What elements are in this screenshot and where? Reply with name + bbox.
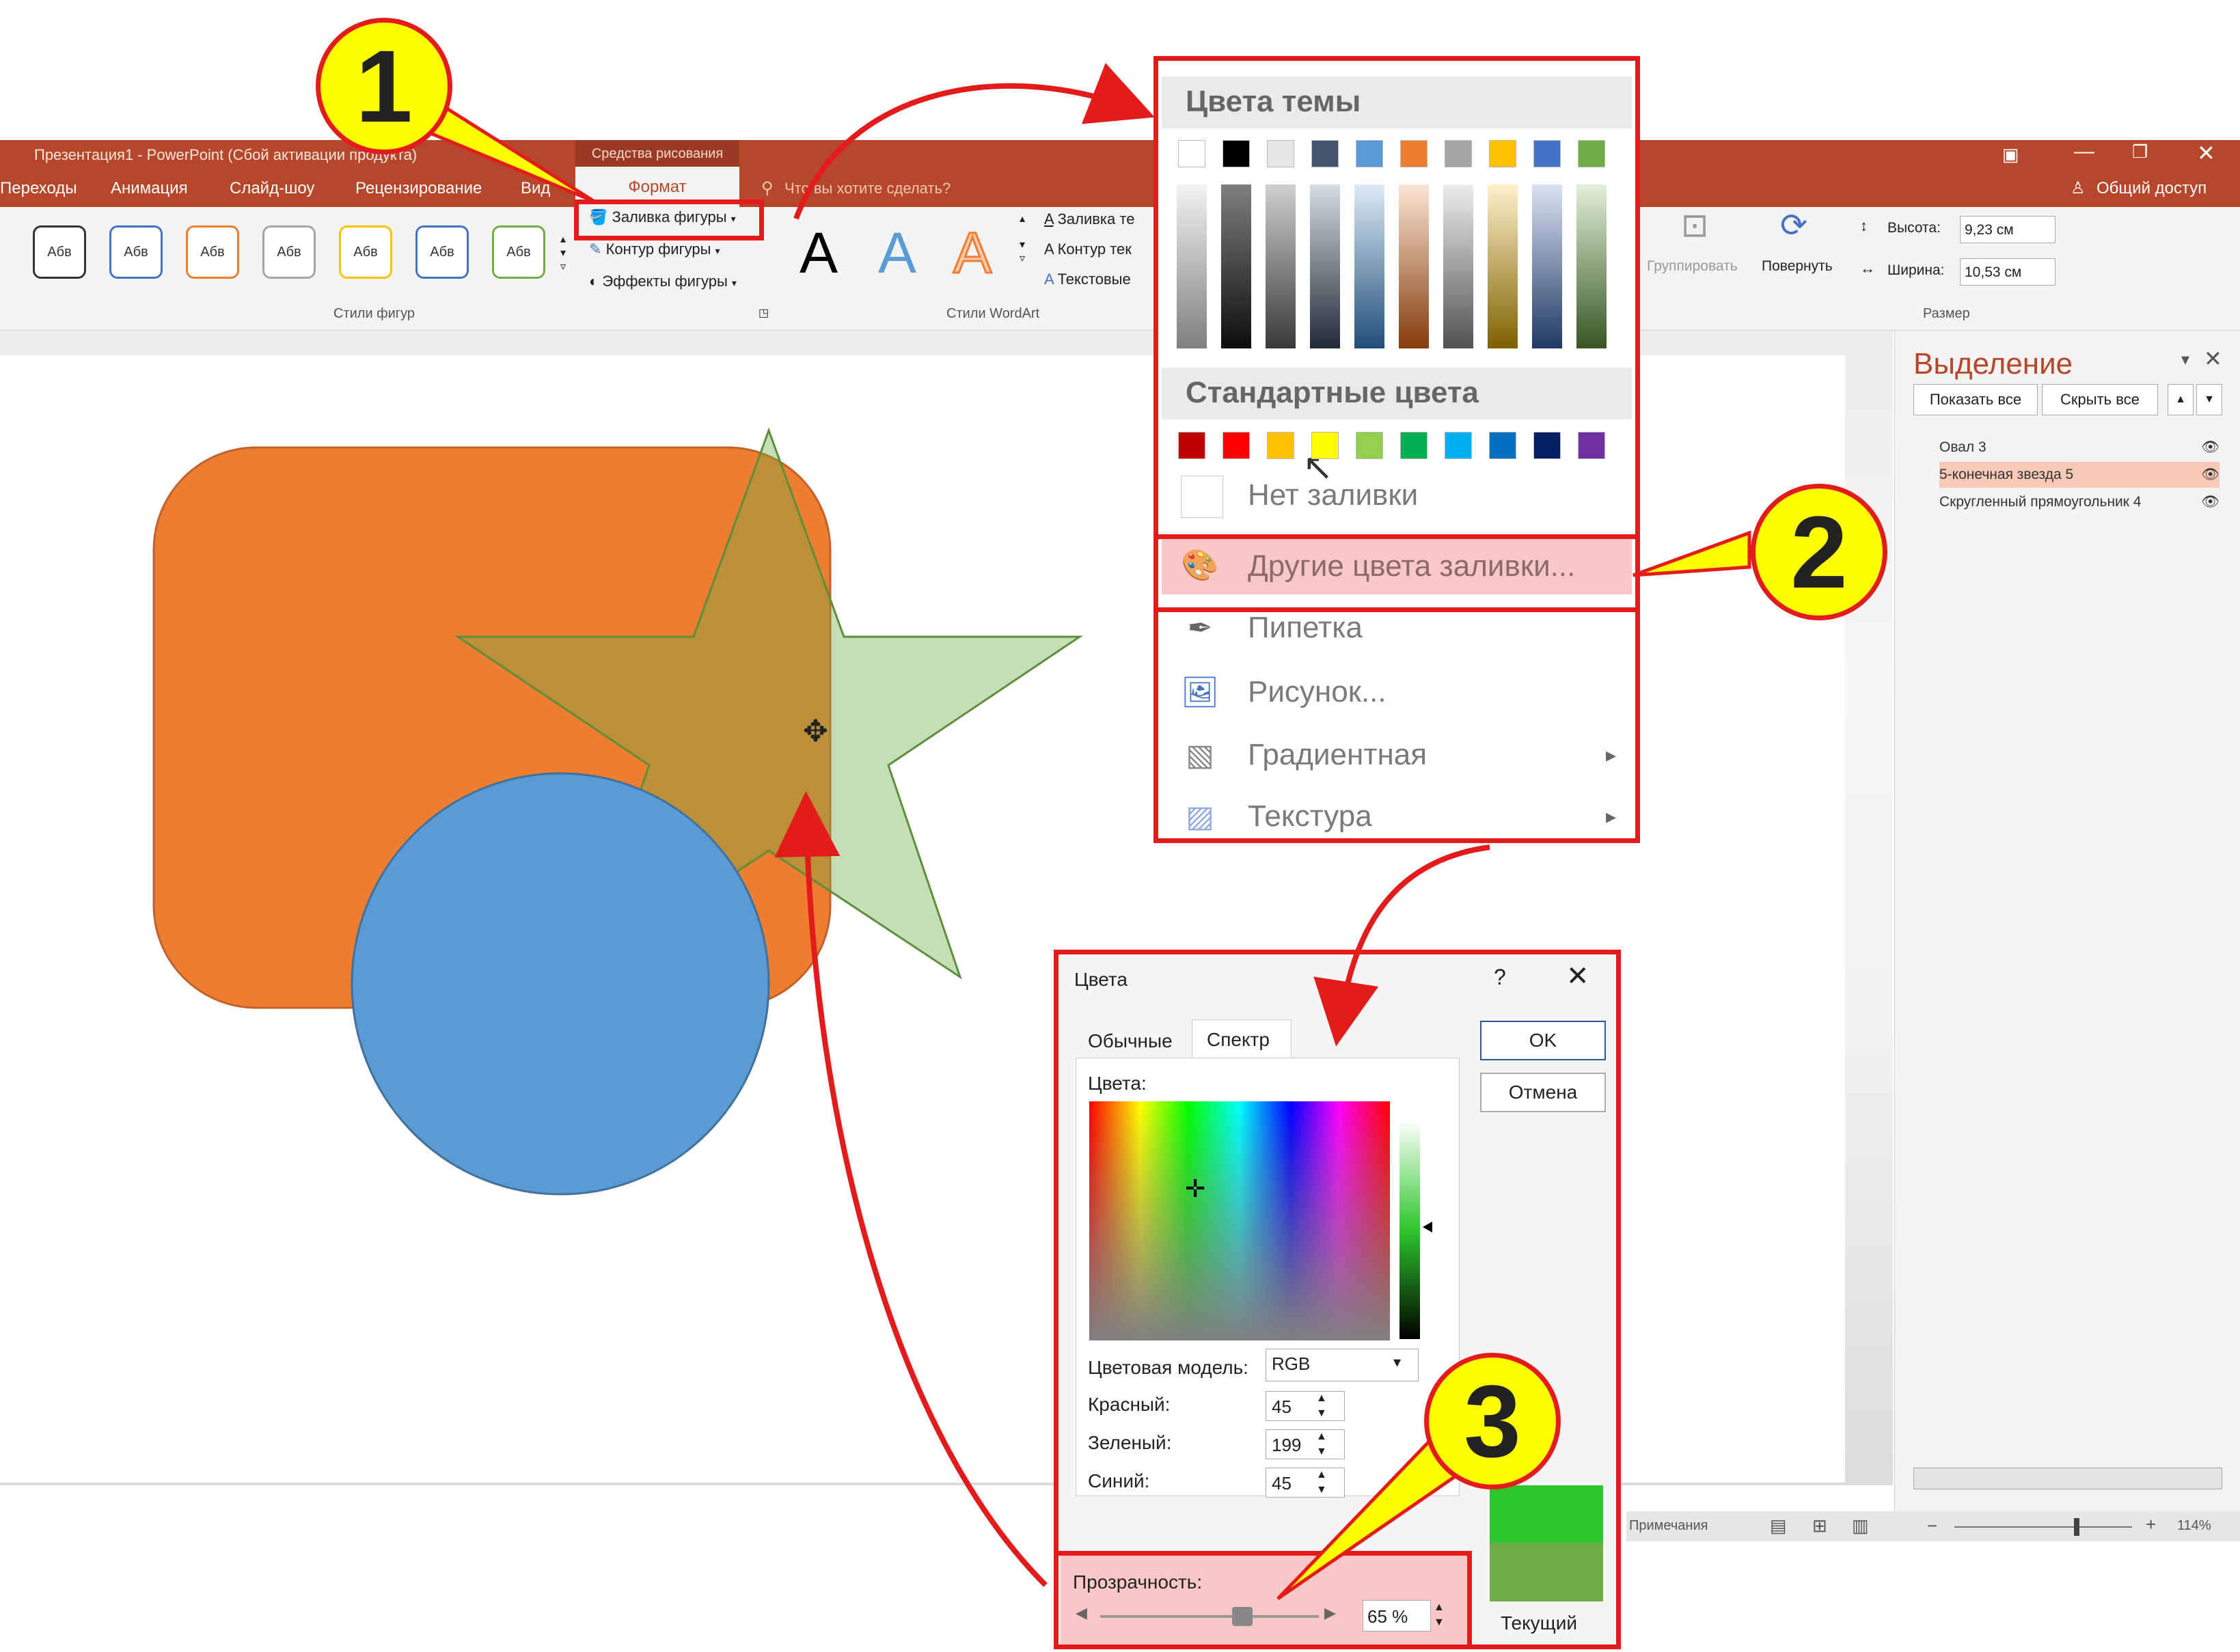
eyedropper-item[interactable]: Пипетка (1248, 611, 1363, 645)
theme-color-swatch[interactable] (1356, 140, 1383, 167)
dialog-title: Цвета (1074, 969, 1128, 990)
colors-label: Цвета: (1088, 1073, 1147, 1094)
color-model-value: RGB (1272, 1353, 1311, 1374)
list-item-label: Овал 3 (1939, 439, 1986, 455)
standard-color-swatch[interactable] (1489, 432, 1516, 459)
current-color-preview (1490, 1543, 1603, 1601)
color-model-select[interactable]: RGB ▾ (1266, 1349, 1419, 1381)
red-input[interactable]: 45 (1266, 1391, 1345, 1421)
theme-color-swatch[interactable] (1578, 140, 1605, 167)
tab-standard[interactable]: Обычные (1088, 1030, 1173, 1052)
list-item[interactable]: Скругленный прямоугольник 4 👁 (1939, 489, 2219, 515)
zoom-in-icon[interactable]: + (2146, 1514, 2156, 1535)
new-color-preview (1490, 1485, 1603, 1543)
callout-badge-2: 2 (1751, 484, 1887, 620)
list-item-label: Скругленный прямоугольник 4 (1939, 494, 2142, 510)
theme-color-swatch[interactable] (1223, 140, 1250, 167)
highlight-box-shape-fill (574, 199, 764, 240)
close-icon[interactable]: ✕ (1566, 961, 1589, 992)
green-spinner-icon[interactable]: ▲ ▼ (1316, 1429, 1327, 1459)
standard-color-swatch[interactable] (1311, 432, 1339, 459)
zoom-slider[interactable] (1954, 1526, 2132, 1528)
standard-color-swatch[interactable] (1178, 432, 1205, 459)
crosshair-icon: ✛ (1185, 1174, 1205, 1202)
theme-color-swatch[interactable] (1400, 140, 1428, 167)
standard-color-swatch[interactable] (1533, 432, 1561, 459)
standard-colors-heading: Стандартные цвета (1186, 376, 1479, 409)
eye-icon[interactable]: 👁 (2201, 462, 2219, 488)
chevron-right-icon: ▸ (1606, 744, 1617, 767)
oval-shape[interactable] (351, 772, 770, 1196)
theme-colors-heading: Цвета темы (1186, 85, 1361, 118)
bring-forward-icon[interactable]: ▲ (2168, 384, 2194, 415)
notes-button[interactable]: Примечания (1629, 1518, 1708, 1534)
ok-button[interactable]: OK (1480, 1021, 1606, 1060)
green-label: Зеленый: (1088, 1432, 1172, 1453)
no-fill-item[interactable]: Нет заливки (1248, 478, 1418, 512)
list-item-label: 5-конечная звезда 5 (1939, 467, 2074, 482)
cancel-button[interactable]: Отмена (1480, 1073, 1606, 1112)
theme-color-swatch[interactable] (1489, 140, 1516, 167)
standard-color-swatch[interactable] (1356, 432, 1383, 459)
show-all-button[interactable]: Показать все (1913, 384, 2038, 415)
callout-badge-3: 3 (1424, 1353, 1561, 1489)
zoom-level[interactable]: 114% (2177, 1518, 2211, 1534)
gradient-item[interactable]: Градиентная (1248, 738, 1427, 772)
help-icon[interactable]: ? (1494, 965, 1506, 990)
green-input[interactable]: 199 (1266, 1429, 1345, 1459)
standard-color-swatch[interactable] (1223, 432, 1250, 459)
send-backward-icon[interactable]: ▼ (2196, 384, 2222, 415)
list-item[interactable]: Овал 3 👁 (1939, 435, 2219, 460)
highlight-box-more-colors (1153, 534, 1640, 612)
reading-view-icon[interactable]: ▥ (1852, 1515, 1869, 1537)
standard-color-swatch[interactable] (1400, 432, 1428, 459)
callout-badge-1: 1 (316, 18, 452, 154)
standard-color-swatch[interactable] (1267, 432, 1294, 459)
pane-options-icon[interactable]: ▾ (2181, 350, 2189, 370)
luminance-arrow-icon[interactable] (1423, 1222, 1432, 1233)
red-label: Красный: (1088, 1394, 1171, 1415)
theme-shade-grid[interactable] (1173, 178, 1624, 355)
gradient-icon: ▧ (1186, 739, 1214, 772)
spectrum-picker[interactable]: ✛ (1089, 1101, 1390, 1340)
hide-all-button[interactable]: Скрыть все (2042, 384, 2158, 415)
blue-label: Синий: (1088, 1470, 1150, 1491)
picture-icon: 🖼 (1181, 676, 1219, 709)
zoom-thumb[interactable] (2074, 1518, 2079, 1536)
status-bar: Примечания ▤ ⊞ ▥ − + 114% (1626, 1511, 2240, 1541)
highlight-box-transparency (1054, 1551, 1472, 1649)
current-color-label: Текущий (1501, 1612, 1577, 1634)
move-cursor-icon: ✥ (803, 715, 828, 748)
list-item-selected[interactable]: 5-конечная звезда 5 👁 (1939, 462, 2219, 488)
theme-color-swatch[interactable] (1445, 140, 1472, 167)
standard-color-swatch[interactable] (1445, 432, 1472, 459)
blue-spinner-icon[interactable]: ▲ ▼ (1316, 1468, 1327, 1498)
pane-close-icon[interactable]: ✕ (2204, 346, 2222, 372)
texture-item[interactable]: Текстура (1248, 799, 1372, 834)
selection-pane-title: Выделение (1913, 347, 2073, 381)
chevron-right-icon: ▸ (1606, 806, 1617, 828)
theme-color-swatch[interactable] (1267, 140, 1294, 167)
pane-scrollbar[interactable] (1913, 1468, 2222, 1489)
slide-sorter-icon[interactable]: ⊞ (1812, 1515, 1827, 1537)
chevron-down-icon: ▾ (1393, 1353, 1402, 1371)
theme-color-swatch[interactable] (1533, 140, 1561, 167)
texture-icon: ▨ (1186, 800, 1214, 834)
eye-icon[interactable]: 👁 (2201, 489, 2219, 515)
picture-item[interactable]: Рисунок... (1248, 675, 1387, 709)
no-fill-swatch (1181, 476, 1223, 518)
theme-color-swatch[interactable] (1178, 140, 1205, 167)
zoom-out-icon[interactable]: − (1927, 1515, 1937, 1537)
red-spinner-icon[interactable]: ▲ ▼ (1316, 1391, 1327, 1421)
theme-color-swatch[interactable] (1311, 140, 1339, 167)
tab-custom[interactable]: Спектр (1207, 1029, 1270, 1051)
normal-view-icon[interactable]: ▤ (1770, 1515, 1787, 1537)
blue-input[interactable]: 45 (1266, 1468, 1345, 1498)
eyedropper-icon: ✒ (1187, 611, 1213, 645)
eye-icon[interactable]: 👁 (2201, 435, 2219, 460)
luminance-slider[interactable] (1399, 1120, 1440, 1339)
standard-color-swatch[interactable] (1578, 432, 1605, 459)
color-model-label: Цветовая модель: (1088, 1357, 1248, 1378)
